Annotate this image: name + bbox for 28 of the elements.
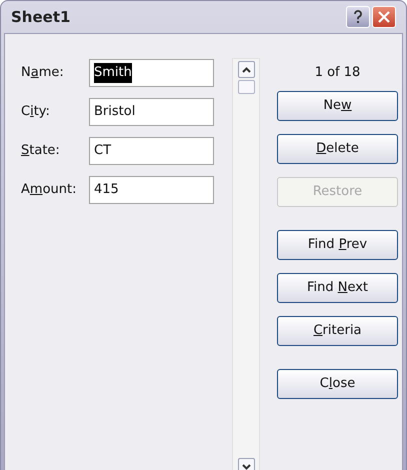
field-value: Smith xyxy=(94,63,132,83)
field-label: Amount: xyxy=(21,181,78,200)
input-field[interactable]: 415 xyxy=(89,176,214,204)
field-value: Bristol xyxy=(94,103,136,122)
scroll-thumb[interactable] xyxy=(238,80,254,94)
dialog-button[interactable]: New xyxy=(277,91,398,121)
window-title: Sheet1 xyxy=(11,6,72,28)
close-button[interactable] xyxy=(372,6,396,28)
field-label: State: xyxy=(21,142,61,160)
dialog-button[interactable]: Delete xyxy=(277,134,398,164)
field-value: CT xyxy=(94,142,112,160)
input-field[interactable]: Bristol xyxy=(89,98,214,126)
record-counter: 1 of 18 xyxy=(314,64,360,82)
dialog-button[interactable]: Find Prev xyxy=(277,230,398,260)
dialog-button[interactable]: Close xyxy=(277,369,398,399)
scrollbar[interactable] xyxy=(232,58,260,470)
field-value: 415 xyxy=(94,181,119,200)
scroll-up-button[interactable] xyxy=(238,61,254,78)
question-mark-icon xyxy=(353,10,363,24)
close-icon xyxy=(378,11,390,23)
input-field[interactable]: CT xyxy=(89,137,214,165)
input-field[interactable]: Smith xyxy=(89,59,214,87)
field-label: City: xyxy=(21,103,51,122)
dialog-button[interactable]: Find Next xyxy=(277,273,398,303)
help-button[interactable] xyxy=(346,6,370,28)
scroll-down-button[interactable] xyxy=(238,458,254,470)
field-label: Name: xyxy=(21,64,65,82)
dialog-button[interactable]: Criteria xyxy=(277,316,398,346)
